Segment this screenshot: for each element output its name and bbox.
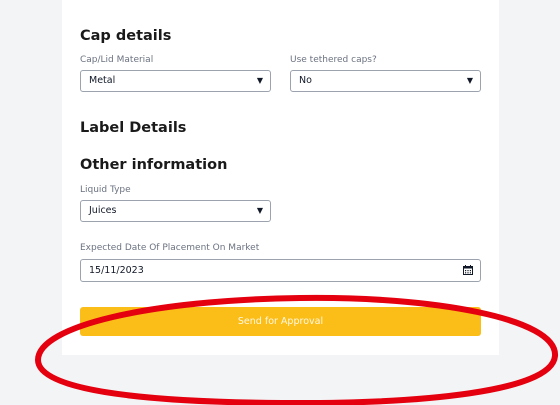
tethered-caps-select[interactable]: No ▼ <box>290 70 481 92</box>
liquid-type-label: Liquid Type <box>80 185 131 195</box>
tethered-caps-label: Use tethered caps? <box>290 55 377 65</box>
page-background-bottom <box>62 355 499 405</box>
cap-material-label: Cap/Lid Material <box>80 55 154 65</box>
page-background-right <box>499 0 560 405</box>
liquid-type-value: Juices <box>89 205 117 216</box>
cap-material-select[interactable]: Metal ▼ <box>80 70 271 92</box>
placement-date-label: Expected Date Of Placement On Market <box>80 243 260 253</box>
label-details-heading: Label Details <box>80 120 187 136</box>
page-background-left <box>0 0 62 405</box>
tethered-caps-value: No <box>299 75 312 86</box>
form-card <box>62 0 499 355</box>
cap-details-heading: Cap details <box>80 28 172 44</box>
send-for-approval-button[interactable]: Send for Approval <box>80 307 481 336</box>
other-information-heading: Other information <box>80 157 228 173</box>
placement-date-input[interactable]: 15/11/2023 <box>80 259 481 282</box>
placement-date-value: 15/11/2023 <box>89 265 144 276</box>
caret-down-icon: ▼ <box>256 206 263 215</box>
calendar-icon[interactable] <box>463 265 473 275</box>
caret-down-icon: ▼ <box>256 76 263 85</box>
cap-material-value: Metal <box>89 75 116 86</box>
liquid-type-select[interactable]: Juices ▼ <box>80 200 271 222</box>
caret-down-icon: ▼ <box>466 76 473 85</box>
screen: Cap details Cap/Lid Material Metal ▼ Use… <box>0 0 560 405</box>
